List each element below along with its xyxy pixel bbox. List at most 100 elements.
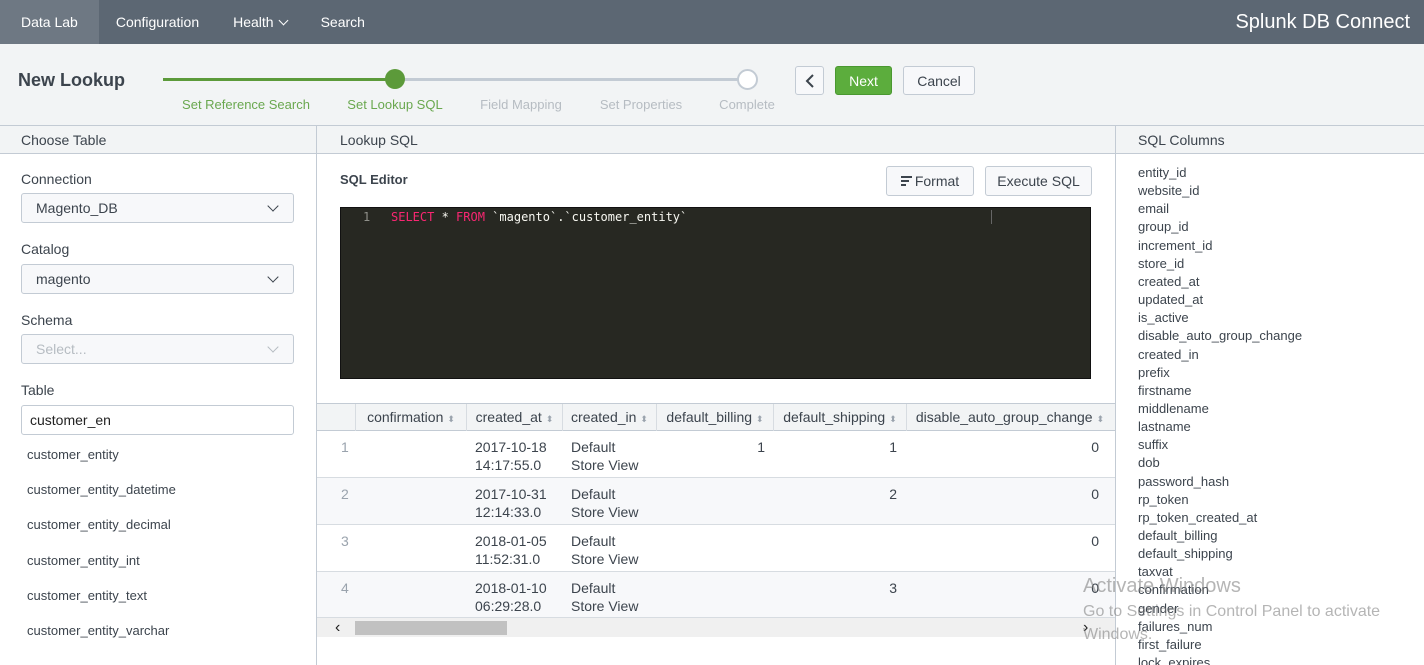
row-number: 1 [341,439,349,455]
table-option[interactable]: customer_entity_int [27,553,140,568]
nav-data-lab-label: Data Lab [21,14,78,30]
table-row[interactable]: 3 2018-01-05 11:52:31.0 Default Store View… [317,525,1115,572]
nav-configuration[interactable]: Configuration [99,0,216,44]
stepper-progress-remaining [395,78,747,81]
cell-created-at: 2017-10-18 14:17:55.0 [475,438,547,474]
step-label-complete: Complete [719,97,775,112]
table-option[interactable]: customer_entity_datetime [27,482,176,497]
column-header-label: confirmation [367,409,444,425]
cell-line: Default [571,533,616,549]
keyword-select: SELECT [391,210,435,224]
sql-column-item[interactable]: middlename [1138,401,1209,416]
column-header[interactable]: created_at ⬍ [466,404,562,431]
cell-created-in: Default Store View [571,485,638,521]
sql-column-item[interactable]: gender [1138,601,1178,616]
table-row[interactable]: 1 2017-10-18 14:17:55.0 Default Store View… [317,431,1115,478]
sort-icon: ⬍ [447,414,455,424]
cell-line: Store View [571,551,639,567]
table-row[interactable]: 4 2018-01-10 06:29:28.0 Default Store View… [317,572,1115,619]
sql-column-item[interactable]: default_shipping [1138,546,1233,561]
row-number: 3 [341,533,349,549]
sql-column-item[interactable]: created_at [1138,274,1199,289]
next-button[interactable]: Next [835,66,892,95]
sql-column-item[interactable]: default_billing [1138,528,1218,543]
sort-icon: ⬍ [889,414,897,424]
sql-column-item[interactable]: is_active [1138,310,1189,325]
sql-column-item[interactable]: entity_id [1138,165,1186,180]
sql-column-item[interactable]: first_failure [1138,637,1202,652]
cancel-button[interactable]: Cancel [903,66,975,95]
table-option[interactable]: customer_entity [27,447,119,462]
sql-column-item[interactable]: increment_id [1138,238,1212,253]
table-option[interactable]: customer_entity_text [27,588,147,603]
nav-data-lab[interactable]: Data Lab [0,0,99,44]
nav-health-label: Health [233,14,274,30]
cell-line: Default [571,580,616,596]
column-header[interactable]: default_shipping ⬍ [773,404,906,431]
table-option[interactable]: customer_entity_varchar [27,623,169,638]
sql-column-item[interactable]: email [1138,201,1169,216]
cell-date: 2017-10-31 [475,486,547,502]
horizontal-scrollbar[interactable]: ‹ › [317,617,1115,637]
sql-column-item[interactable]: taxvat [1138,564,1173,579]
sql-column-item[interactable]: confirmation [1138,582,1209,597]
chevron-down-icon [267,341,279,353]
scroll-right-icon[interactable]: › [1083,618,1088,638]
catalog-select[interactable]: magento [21,264,294,294]
column-header-label: created_in [571,409,637,425]
column-header[interactable]: confirmation ⬍ [355,404,466,431]
result-grid-header: confirmation ⬍ created_at ⬍ created_in ⬍ de… [317,403,1115,431]
cell-created-at: 2018-01-05 11:52:31.0 [475,532,547,568]
sql-column-item[interactable]: rp_token [1138,492,1189,507]
sql-column-item[interactable]: group_id [1138,219,1189,234]
row-number: 4 [341,580,349,596]
sql-column-item[interactable]: disable_auto_group_change [1138,328,1302,343]
sql-column-item[interactable]: failures_num [1138,619,1212,634]
sql-column-item[interactable]: suffix [1138,437,1168,452]
schema-select[interactable]: Select... [21,334,294,364]
chevron-left-icon [805,73,814,88]
nav-health[interactable]: Health [216,0,303,44]
sql-column-item[interactable]: store_id [1138,256,1184,271]
sql-column-item[interactable]: firstname [1138,383,1191,398]
scroll-left-icon[interactable]: ‹ [335,618,340,638]
scrollbar-thumb[interactable] [355,621,507,635]
connection-label: Connection [21,171,92,187]
execute-sql-button[interactable]: Execute SQL [985,166,1092,196]
cell-date: 2018-01-05 [475,533,547,549]
cell-disable-auto-group: 0 [1091,439,1099,455]
sql-column-item[interactable]: lastname [1138,419,1191,434]
schema-label: Schema [21,312,73,328]
sql-column-item[interactable]: website_id [1138,183,1199,198]
schema-placeholder: Select... [36,341,87,357]
sql-column-item[interactable]: password_hash [1138,474,1229,489]
sql-column-item[interactable]: updated_at [1138,292,1203,307]
column-header[interactable]: disable_auto_group_change ⬍ [906,404,1113,431]
column-header[interactable]: created_in ⬍ [562,404,656,431]
cell-line: Default [571,439,616,455]
table-option[interactable]: customer_entity_decimal [27,517,171,532]
keyword-from: FROM [456,210,485,224]
cell-line: Store View [571,598,639,614]
cell-time: 12:14:33.0 [475,504,542,520]
sort-icon: ⬍ [1096,414,1105,424]
sql-column-item[interactable]: prefix [1138,365,1170,380]
column-header[interactable]: default_billing ⬍ [656,404,773,431]
format-button[interactable]: Format [886,166,974,196]
sql-column-item[interactable]: lock_expires [1138,655,1210,665]
sql-column-item[interactable]: rp_token_created_at [1138,510,1257,525]
connection-select[interactable]: Magento_DB [21,193,294,223]
page-title: New Lookup [18,70,125,90]
cell-disable-auto-group: 0 [1091,533,1099,549]
sql-column-item[interactable]: created_in [1138,347,1199,362]
sql-code-editor[interactable]: 1 SELECT * FROM `magento`.`customer_enti… [340,207,1091,379]
sql-column-item[interactable]: dob [1138,455,1160,470]
cell-created-at: 2018-01-10 06:29:28.0 [475,579,547,615]
cell-default-shipping: 3 [889,580,897,596]
back-button[interactable] [795,66,824,95]
step-label-reference: Set Reference Search [182,97,310,112]
nav-search[interactable]: Search [304,0,382,44]
table-row[interactable]: 2 2017-10-31 12:14:33.0 Default Store View… [317,478,1115,525]
stepper-progress-done [163,78,395,81]
table-search-input[interactable] [21,405,294,435]
